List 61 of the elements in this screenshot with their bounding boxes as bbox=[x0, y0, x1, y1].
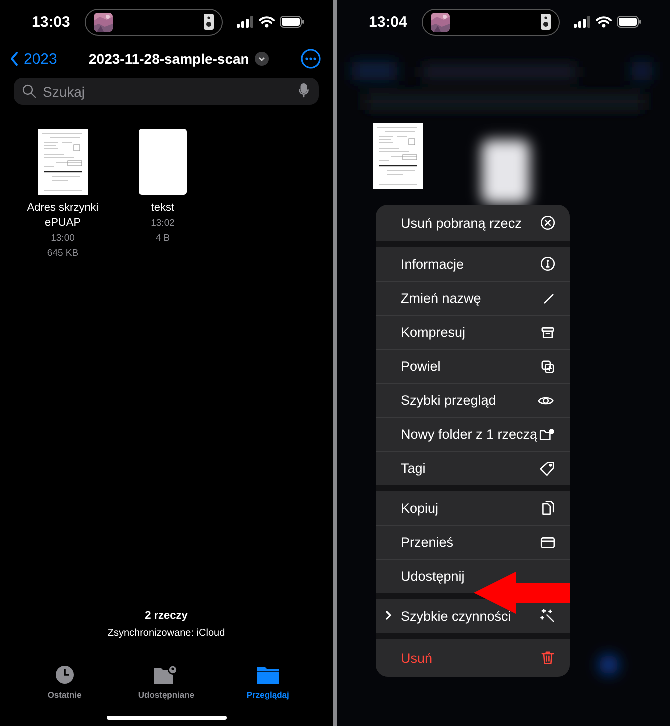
menu-item[interactable]: Usuń bbox=[376, 639, 570, 677]
search-field[interactable]: Szukaj bbox=[14, 78, 319, 105]
file-time: 13:00 bbox=[51, 232, 75, 246]
wifi-icon bbox=[259, 16, 275, 28]
info-icon bbox=[540, 256, 556, 272]
menu-item[interactable]: Szybki przegląd bbox=[376, 383, 570, 417]
folder-badge-icon bbox=[538, 426, 556, 442]
menu-item[interactable]: Zmień nazwę bbox=[376, 281, 570, 315]
chevron-left-icon bbox=[10, 51, 20, 67]
chevron-down-icon[interactable] bbox=[255, 52, 270, 66]
more-icon[interactable] bbox=[301, 49, 321, 69]
back-button[interactable]: 2023 bbox=[10, 50, 58, 68]
file-size: 645 KB bbox=[47, 247, 79, 261]
tag-icon bbox=[540, 460, 556, 476]
menu-item[interactable]: Kopiuj bbox=[376, 491, 570, 525]
speaker-icon bbox=[541, 14, 551, 30]
status-time: 13:04 bbox=[369, 14, 408, 30]
sparkle-wand-icon bbox=[540, 608, 556, 624]
pencil-icon bbox=[542, 292, 556, 306]
file-time: 13:02 bbox=[151, 217, 175, 231]
archive-box-icon bbox=[540, 324, 556, 340]
folder-title: 2023-11-28-sample-scan bbox=[89, 51, 250, 67]
battery-icon bbox=[617, 16, 642, 28]
wifi-icon bbox=[596, 16, 612, 28]
item-count: 2 rzeczy bbox=[145, 610, 188, 622]
circle-x-icon bbox=[540, 215, 556, 231]
copy-icon bbox=[540, 499, 556, 517]
shared-folder-icon bbox=[153, 665, 180, 685]
microphone-icon bbox=[298, 83, 310, 99]
file-name: tekst bbox=[151, 201, 175, 216]
duplicate-icon bbox=[540, 358, 556, 374]
clock-icon bbox=[54, 665, 75, 685]
menu-item[interactable]: Usuń pobraną rzecz bbox=[376, 205, 570, 241]
blank-page-thumbnail[interactable] bbox=[139, 129, 187, 195]
document-thumbnail bbox=[38, 129, 88, 195]
status-time: 13:03 bbox=[32, 14, 71, 30]
folder-icon bbox=[256, 665, 280, 685]
blurred-file-thumbnail bbox=[482, 140, 530, 204]
signal-icon bbox=[237, 16, 254, 28]
tab-item[interactable]: Udostępniane bbox=[121, 665, 212, 700]
menu-item[interactable]: Informacje bbox=[376, 247, 570, 281]
menu-item[interactable]: Tagi bbox=[376, 451, 570, 485]
menu-item[interactable]: Szybkie czynności bbox=[376, 599, 570, 633]
battery-icon bbox=[280, 16, 305, 28]
file-name: Adres skrzynki ePUAP bbox=[26, 201, 100, 231]
trash-icon bbox=[540, 650, 556, 666]
menu-item[interactable]: Przenieś bbox=[376, 525, 570, 559]
speaker-icon bbox=[204, 14, 214, 30]
signal-icon bbox=[574, 16, 591, 28]
search-icon bbox=[22, 84, 37, 99]
menu-item[interactable]: Kompresuj bbox=[376, 315, 570, 349]
file-size: 4 B bbox=[156, 232, 170, 246]
tab-item[interactable]: Przeglądaj bbox=[223, 665, 314, 700]
blurred-tab-icon bbox=[599, 655, 619, 675]
folder-icon bbox=[540, 534, 556, 550]
menu-item[interactable]: Nowy folder z 1 rzeczą bbox=[376, 417, 570, 451]
menu-item[interactable]: Powiel bbox=[376, 349, 570, 383]
chevron-right-icon bbox=[385, 610, 392, 621]
sync-status: Zsynchronizowane: iCloud bbox=[108, 628, 226, 639]
tab-item[interactable]: Ostatnie bbox=[20, 665, 110, 700]
document-thumbnail bbox=[373, 123, 423, 189]
